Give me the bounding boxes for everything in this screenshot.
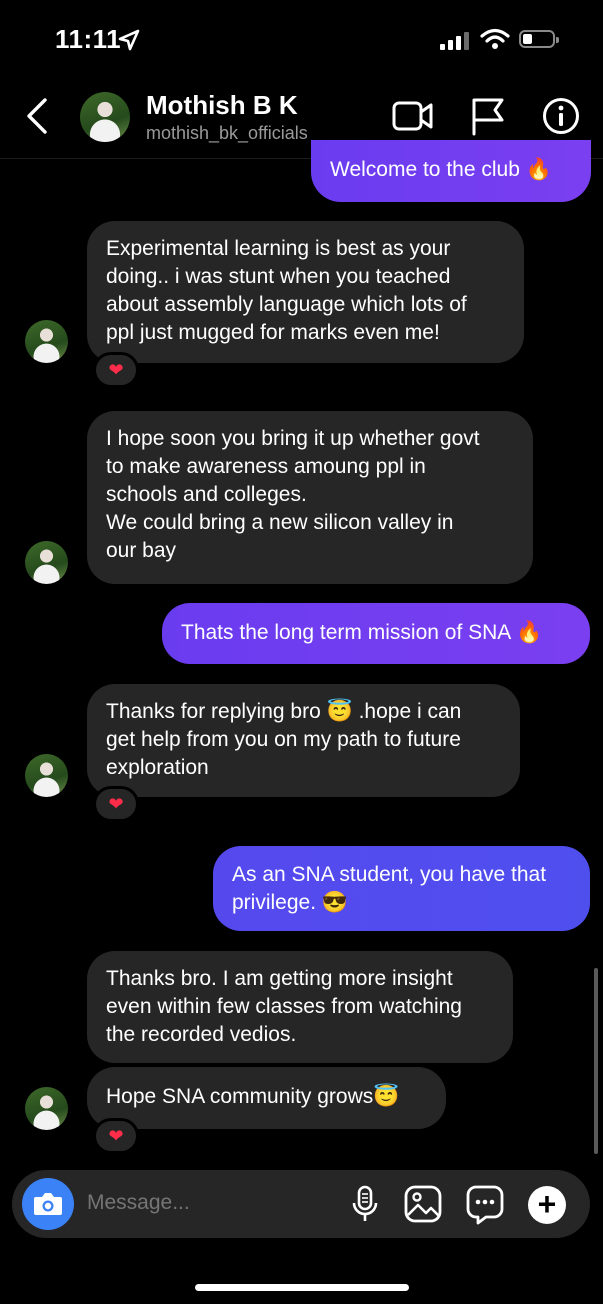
sender-avatar[interactable] <box>25 1087 68 1130</box>
status-time: 11:11 <box>55 24 122 54</box>
incoming-message[interactable]: I hope soon you bring it up whether govt… <box>87 411 533 584</box>
camera-icon <box>34 1193 62 1215</box>
message-text: Hope SNA community grows😇 <box>106 1085 400 1108</box>
wifi-icon <box>480 28 510 49</box>
sender-avatar[interactable] <box>25 754 68 797</box>
add-button[interactable]: + <box>528 1186 566 1224</box>
message-text: Thanks for replying bro 😇 .hope i can ge… <box>106 700 462 779</box>
sender-avatar[interactable] <box>25 541 68 584</box>
incoming-message[interactable]: Experimental learning is best as your do… <box>87 221 524 363</box>
scrollbar[interactable] <box>594 968 598 1154</box>
video-call-icon[interactable] <box>392 98 434 134</box>
message-text: Thanks bro. I am getting more insight ev… <box>106 967 462 1046</box>
header-avatar[interactable] <box>80 92 130 142</box>
message-text: Welcome to the club 🔥 <box>330 158 552 181</box>
cellular-signal-icon <box>440 30 469 50</box>
battery-icon <box>519 30 559 48</box>
message-text: As an SNA student, you have that privile… <box>232 863 547 914</box>
contact-name[interactable]: Mothish B K <box>146 90 298 121</box>
message-text: I hope soon you bring it up whether govt… <box>106 427 480 562</box>
incoming-message[interactable]: Hope SNA community grows😇 <box>87 1067 446 1129</box>
outgoing-message[interactable]: Thats the long term mission of SNA 🔥 <box>162 603 590 664</box>
sticker-chat-icon[interactable] <box>466 1185 504 1225</box>
home-indicator[interactable] <box>195 1284 409 1291</box>
camera-button[interactable] <box>22 1178 74 1230</box>
heart-reaction[interactable]: ❤ <box>93 786 139 822</box>
outgoing-message[interactable]: As an SNA student, you have that privile… <box>213 846 590 931</box>
location-arrow-icon <box>118 29 140 51</box>
microphone-icon[interactable] <box>351 1185 379 1225</box>
sender-avatar[interactable] <box>25 320 68 363</box>
info-icon[interactable] <box>542 97 580 135</box>
plus-icon: + <box>537 1186 557 1222</box>
incoming-message[interactable]: Thanks for replying bro 😇 .hope i can ge… <box>87 684 520 797</box>
heart-reaction[interactable]: ❤ <box>93 1118 139 1154</box>
message-text: Thats the long term mission of SNA 🔥 <box>181 621 543 644</box>
message-text: Experimental learning is best as your do… <box>106 237 467 344</box>
contact-username[interactable]: mothish_bk_officials <box>146 123 308 144</box>
gallery-icon[interactable] <box>404 1185 442 1223</box>
incoming-message[interactable]: Thanks bro. I am getting more insight ev… <box>87 951 513 1063</box>
back-arrow-icon[interactable] <box>24 96 50 136</box>
heart-reaction[interactable]: ❤ <box>93 352 139 388</box>
outgoing-message[interactable]: Welcome to the club 🔥 <box>311 140 591 202</box>
flag-icon[interactable] <box>470 96 506 136</box>
message-input[interactable] <box>87 1185 337 1221</box>
message-text: I hope soon you bring it up whether govt… <box>106 425 513 565</box>
